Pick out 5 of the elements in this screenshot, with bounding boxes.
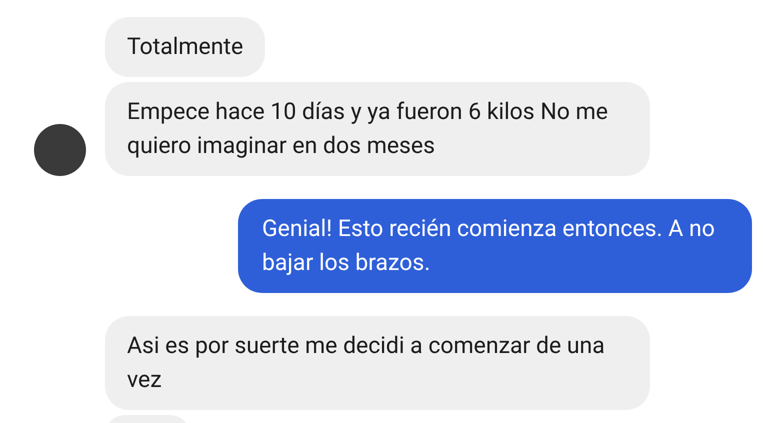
- message-bubble: Empece hace 10 días y ya fueron 6 kilos No me quiero imaginar en dos meses: [105, 82, 650, 176]
- message-bubble: Genial! Esto recién comienza entonces. A no bajar los brazos.: [238, 199, 752, 293]
- message-bubble: Asi es por suerte me decidi a comenzar de una vez: [105, 316, 650, 410]
- message-bubble: Totalmente: [105, 17, 266, 77]
- avatar[interactable]: [34, 124, 86, 176]
